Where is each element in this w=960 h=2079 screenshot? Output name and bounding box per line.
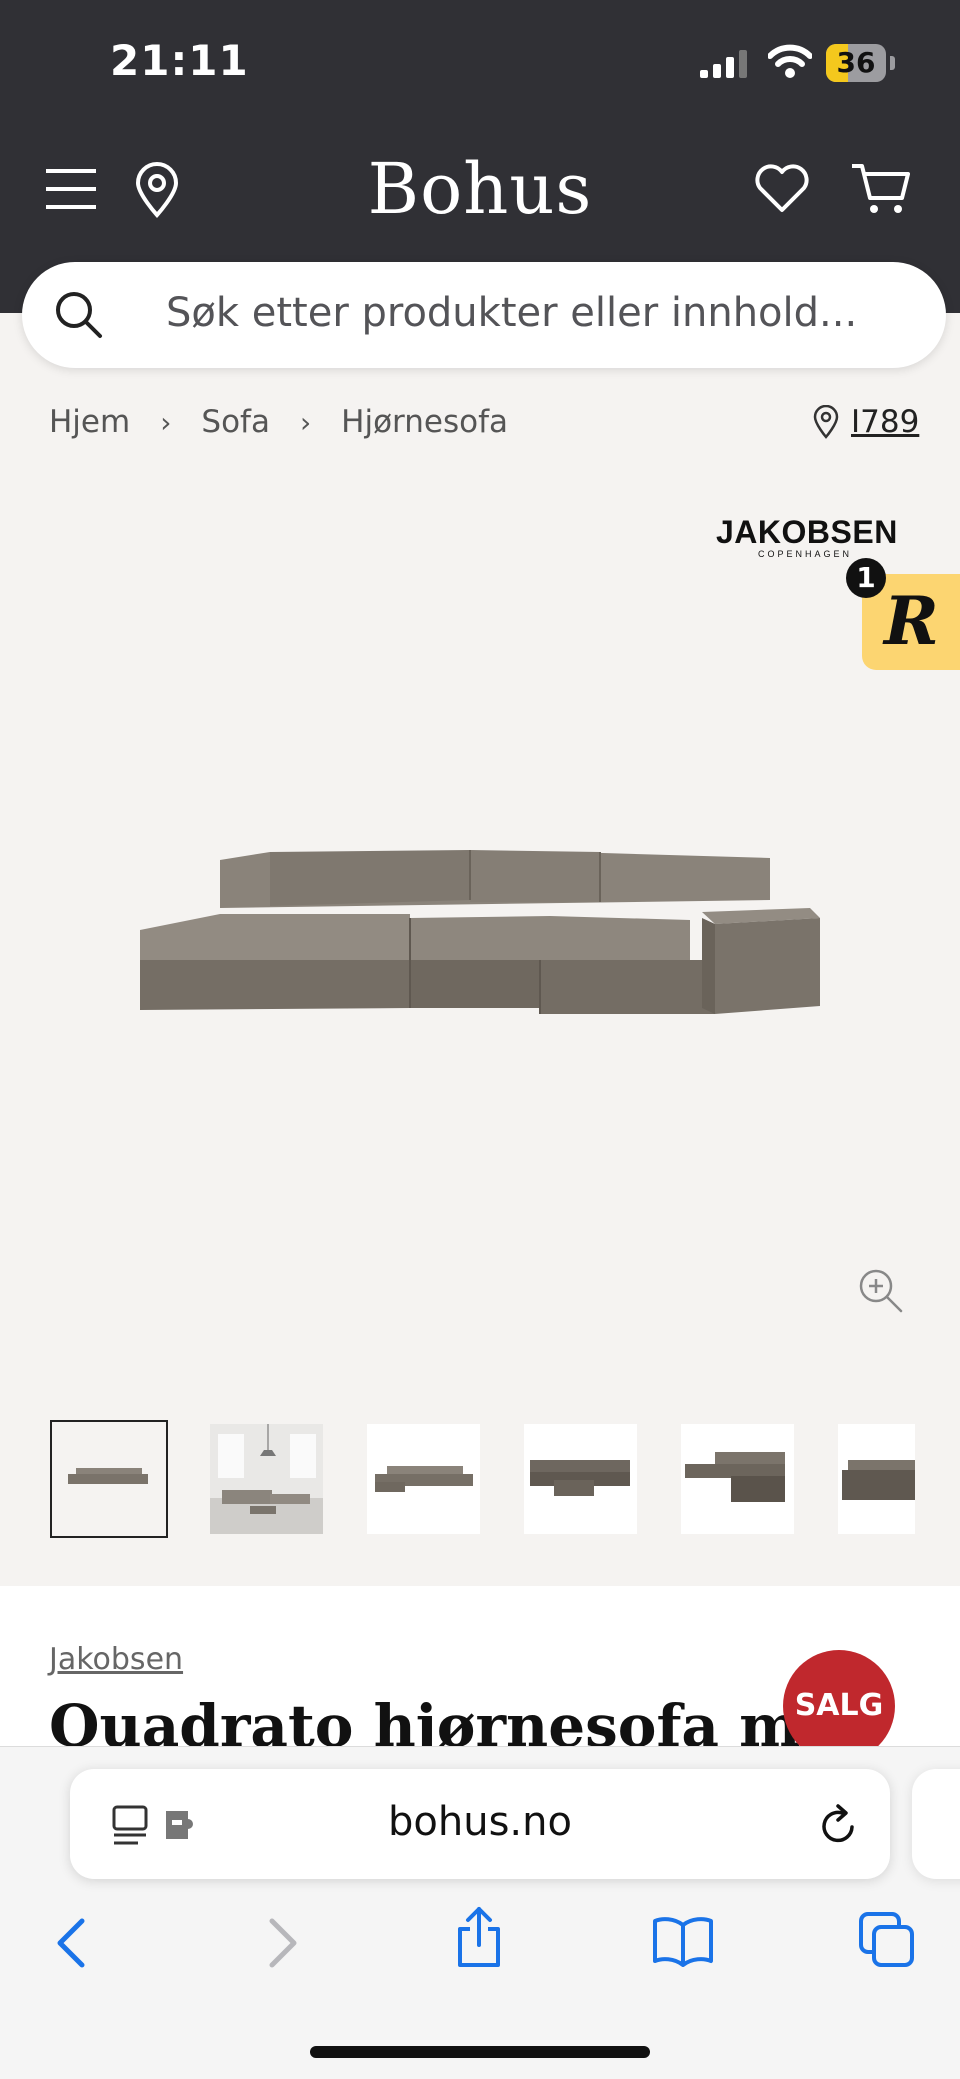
browser-toolbar: bohus.no <box>0 1746 960 2079</box>
battery-level: 36 <box>836 46 876 79</box>
chevron-right-icon: › <box>160 405 172 439</box>
store-id[interactable]: I789 <box>851 404 919 440</box>
thumbnail-sofa-image <box>842 1460 915 1500</box>
thumbnail-5[interactable] <box>681 1424 794 1534</box>
widget-count-badge: 1 <box>846 558 886 598</box>
thumbnail-room-image <box>210 1424 323 1534</box>
address-bar[interactable]: bohus.no <box>70 1769 890 1879</box>
next-tab-preview[interactable] <box>912 1769 960 1879</box>
widget-letter-icon: R <box>884 582 939 660</box>
share-icon[interactable] <box>454 1905 504 1969</box>
thumbnail-sofa-image <box>375 1466 473 1492</box>
cart-icon[interactable] <box>850 162 910 216</box>
url-text[interactable]: bohus.no <box>70 1799 890 1845</box>
product-image[interactable] <box>130 830 830 1030</box>
thumbnail-2[interactable] <box>210 1424 323 1534</box>
bohus-logo[interactable]: Bohus <box>0 148 960 230</box>
thumbnail-1[interactable] <box>50 1420 168 1538</box>
wifi-icon <box>768 44 812 78</box>
status-time: 21:11 <box>110 36 249 85</box>
breadcrumb-sofa[interactable]: Sofa <box>201 404 270 440</box>
breadcrumb-corner-sofa[interactable]: Hjørnesofa <box>341 404 508 440</box>
brand-logo: JAKOBSEN COPENHAGEN <box>716 514 898 559</box>
location-pin-icon <box>813 405 839 439</box>
battery-tip <box>890 56 895 70</box>
thumbnail-3[interactable] <box>367 1424 480 1534</box>
thumbnail-4[interactable] <box>524 1424 637 1534</box>
back-icon[interactable] <box>52 1915 92 1971</box>
brand-link[interactable]: Jakobsen <box>49 1642 183 1677</box>
breadcrumb: Hjem › Sofa › Hjørnesofa <box>49 404 508 440</box>
zoom-in-icon[interactable] <box>858 1268 904 1314</box>
chevron-right-icon: › <box>299 405 312 439</box>
home-indicator <box>310 2046 650 2058</box>
bookmarks-icon[interactable] <box>652 1915 714 1967</box>
battery-icon: 36 <box>826 44 886 82</box>
store-link[interactable]: I789 <box>813 404 919 440</box>
breadcrumb-home[interactable]: Hjem <box>49 404 130 440</box>
tabs-icon[interactable] <box>858 1911 916 1969</box>
heart-icon[interactable] <box>754 164 810 214</box>
thumbnail-sofa-image <box>68 1468 148 1484</box>
product-info: Jakobsen Quadrato hjørnesofa med SALG <box>0 1586 960 1762</box>
thumbnail-sofa-image <box>685 1452 785 1502</box>
reload-icon[interactable] <box>818 1803 860 1847</box>
search-bar[interactable]: Søk etter produkter eller innhold... <box>22 262 946 368</box>
brand-logo-name: JAKOBSEN <box>716 514 898 550</box>
search-input[interactable]: Søk etter produkter eller innhold... <box>166 290 857 336</box>
thumbnail-sofa-image <box>530 1460 630 1496</box>
search-icon <box>56 292 102 338</box>
thumbnail-6[interactable] <box>838 1424 915 1534</box>
cellular-signal-icon <box>700 50 747 78</box>
forward-icon[interactable] <box>262 1915 302 1971</box>
